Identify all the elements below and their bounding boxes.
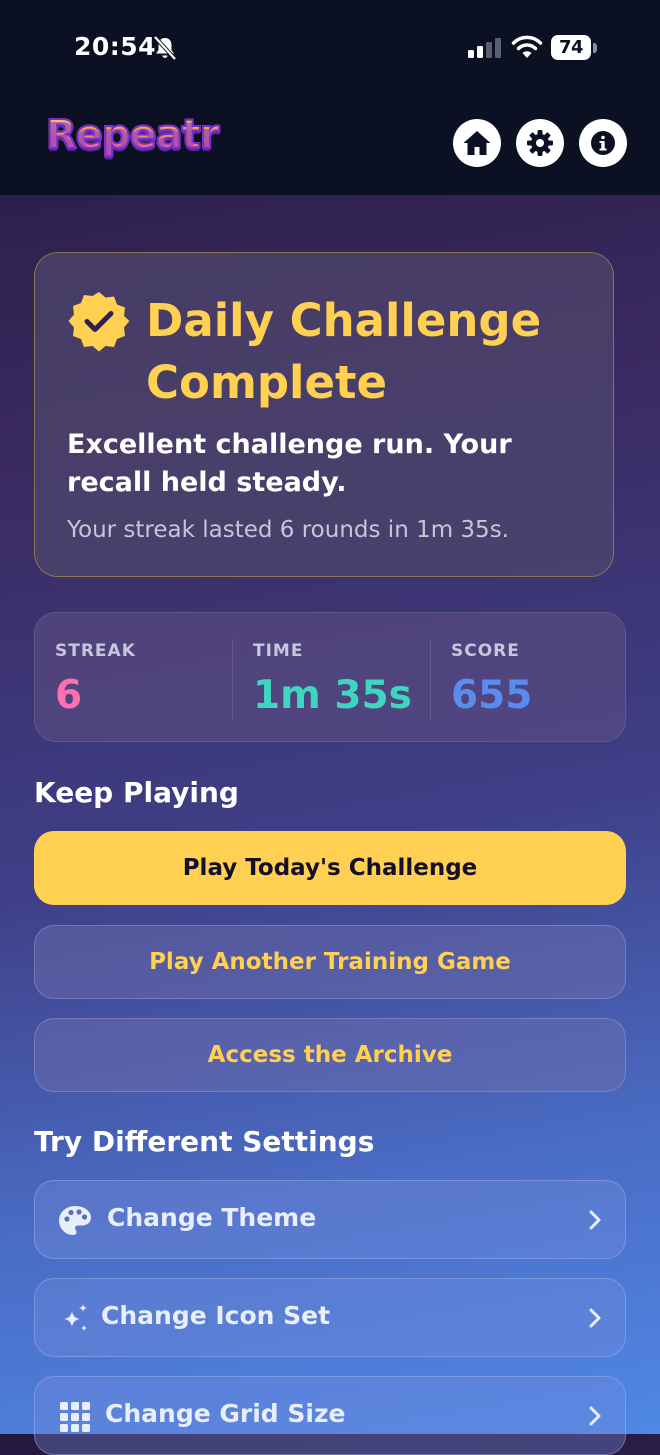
stat-streak: STREAK 6 xyxy=(35,613,232,743)
chevron-right-icon xyxy=(589,1406,601,1426)
battery-tip xyxy=(593,43,597,53)
change-theme-row[interactable]: Change Theme xyxy=(34,1180,626,1259)
change-icon-set-row[interactable]: Change Icon Set xyxy=(34,1278,626,1357)
home-icon xyxy=(463,131,491,155)
verified-badge-icon xyxy=(68,292,130,352)
status-time: 20:54 xyxy=(74,32,157,61)
signal-icon xyxy=(468,38,501,58)
setting-label: Change Icon Set xyxy=(101,1301,331,1330)
app-logo[interactable]: Repeatr xyxy=(45,111,221,159)
play-todays-challenge-button[interactable]: Play Today's Challenge xyxy=(34,831,626,905)
stat-value: 655 xyxy=(451,673,533,718)
app-header xyxy=(0,0,660,195)
settings-button[interactable] xyxy=(516,119,564,167)
result-message: Excellent challenge run. Your recall hel… xyxy=(67,429,512,498)
info-button[interactable] xyxy=(579,119,627,167)
change-grid-size-row[interactable]: Change Grid Size xyxy=(34,1376,626,1455)
access-archive-button[interactable]: Access the Archive xyxy=(34,1018,626,1092)
setting-label: Change Theme xyxy=(107,1203,317,1232)
bell-off-icon xyxy=(153,35,177,61)
stat-label: TIME xyxy=(253,641,304,661)
info-icon xyxy=(591,131,615,155)
wifi-icon xyxy=(511,35,543,58)
stat-label: SCORE xyxy=(451,641,520,661)
play-training-game-button[interactable]: Play Another Training Game xyxy=(34,925,626,999)
stat-score: SCORE 655 xyxy=(430,613,627,743)
chevron-right-icon xyxy=(589,1308,601,1328)
stat-value: 6 xyxy=(55,673,83,718)
keep-playing-heading: Keep Playing xyxy=(34,776,239,809)
stat-value: 1m 35s xyxy=(253,673,412,718)
result-summary: Your streak lasted 6 rounds in 1m 35s. xyxy=(67,517,509,543)
battery-indicator: 74 xyxy=(551,35,591,60)
setting-label: Change Grid Size xyxy=(105,1399,346,1428)
stat-time: TIME 1m 35s xyxy=(232,613,430,743)
sparkle-icon xyxy=(64,1304,87,1331)
chevron-right-icon xyxy=(589,1210,601,1230)
stat-label: STREAK xyxy=(55,641,136,661)
home-button[interactable] xyxy=(453,119,501,167)
stats-card: STREAK 6 TIME 1m 35s SCORE 655 xyxy=(34,612,626,742)
grid-icon xyxy=(60,1402,90,1432)
gear-icon xyxy=(527,130,553,156)
palette-icon xyxy=(59,1206,91,1235)
result-title: Daily Challenge Complete xyxy=(146,294,542,409)
settings-heading: Try Different Settings xyxy=(34,1125,375,1158)
